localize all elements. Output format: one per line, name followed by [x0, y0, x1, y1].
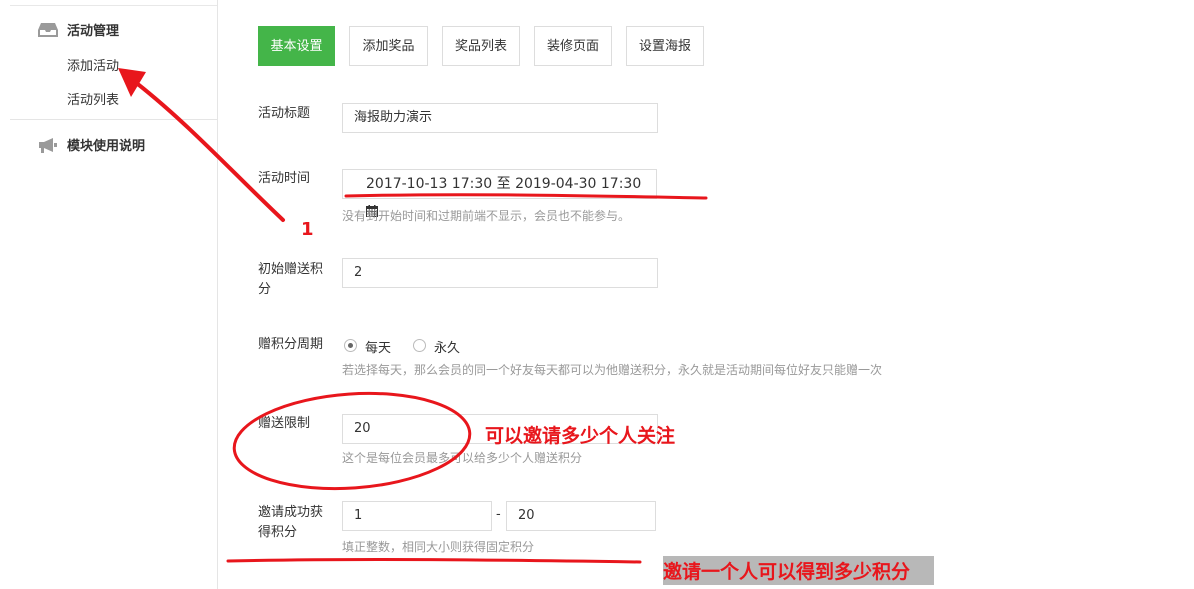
sidebar-group-activity[interactable]: 活动管理 [38, 20, 119, 39]
sidebar-item-activity-list[interactable]: 活动列表 [67, 89, 119, 108]
label-line: 初始赠送积 [258, 262, 324, 277]
radio-daily-label[interactable]: 每天 [365, 337, 391, 356]
invite-points-min-input[interactable]: 1 [342, 501, 492, 531]
tab-add-prize[interactable]: 添加奖品 [349, 26, 428, 66]
label-line: 邀请成功获 [258, 505, 324, 520]
tab-prize-list[interactable]: 奖品列表 [442, 26, 520, 66]
tab-decorate-page[interactable]: 装修页面 [534, 26, 612, 66]
activity-title-label: 活动标题 [258, 106, 311, 121]
sidebar-item-add-activity[interactable]: 添加活动 [67, 55, 119, 74]
invite-points-label: 邀请成功获 得积分 [258, 503, 323, 543]
initial-points-input[interactable]: 2 [342, 258, 658, 288]
initial-points-label: 初始赠送积 分 [258, 260, 323, 300]
tab-poster-settings[interactable]: 设置海报 [626, 26, 704, 66]
time-end: 2019-04-30 17:30 [515, 176, 642, 192]
annotation-step-number: 1 [301, 219, 314, 240]
gift-limit-label: 赠送限制 [258, 416, 311, 431]
invite-points-max-input[interactable]: 20 [506, 501, 656, 531]
label-line: 分 [258, 282, 272, 297]
annotation-limit-note: 可以邀请多少个人关注 [485, 425, 676, 447]
sidebar: 活动管理 添加活动 活动列表 模块使用说明 [0, 0, 218, 589]
sidebar-divider [10, 119, 217, 120]
range-dash: - [496, 507, 501, 522]
activity-time-help: 没有到开始时间和过期前端不显示，会员也不能参与。 [342, 209, 631, 223]
label-line: 得积分 [258, 525, 298, 540]
inbox-icon [38, 22, 58, 38]
sidebar-group-title: 活动管理 [67, 24, 120, 39]
activity-time-input[interactable]: 2017-10-13 17:30 至 2019-04-30 17:30 [342, 169, 657, 217]
invite-points-help: 填正整数，相同大小则获得固定积分 [342, 540, 535, 554]
sidebar-top-divider [10, 5, 217, 6]
megaphone-icon [38, 137, 58, 153]
annotation-underline-invite [226, 557, 642, 564]
time-start: 2017-10-13 17:30 [366, 176, 493, 192]
sidebar-group-title: 模块使用说明 [67, 139, 146, 154]
tab-basic-settings[interactable]: 基本设置 [258, 26, 335, 66]
annotation-invite-note: 邀请一个人可以得到多少积分 [663, 556, 935, 585]
points-period-label: 赠积分周期 [258, 337, 324, 352]
sidebar-group-help[interactable]: 模块使用说明 [38, 135, 145, 154]
points-period-help: 若选择每天，那么会员的同一个好友每天都可以为他赠送积分，永久就是活动期间每位好友… [342, 363, 883, 377]
activity-title-input[interactable]: 海报助力演示 [342, 103, 658, 133]
time-separator: 至 [496, 176, 511, 192]
activity-time-label: 活动时间 [258, 171, 311, 186]
radio-daily[interactable] [344, 339, 357, 352]
radio-forever[interactable] [413, 339, 426, 352]
gift-limit-help: 这个是每位会员最多可以给多少个人赠送积分 [342, 451, 583, 465]
radio-forever-label[interactable]: 永久 [434, 337, 460, 356]
